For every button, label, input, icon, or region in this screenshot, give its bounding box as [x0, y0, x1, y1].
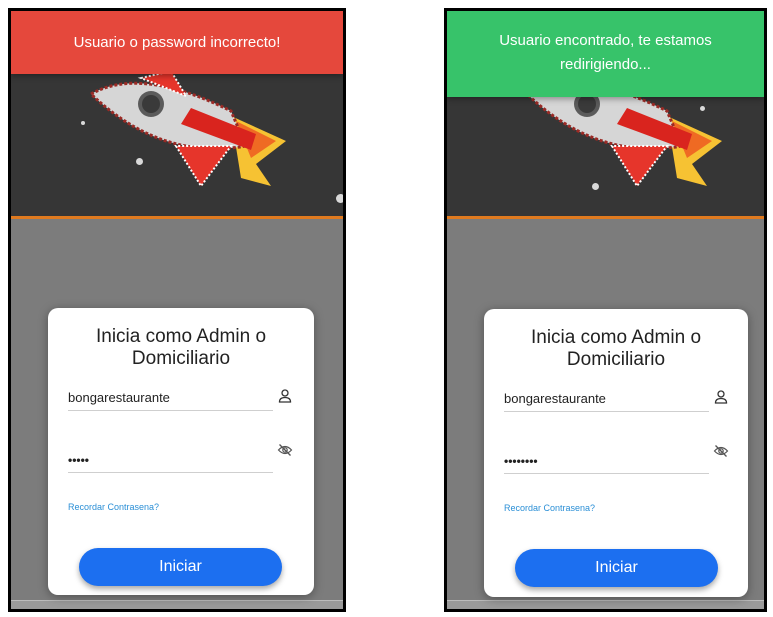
password-value: ••••• [68, 453, 90, 467]
star-decoration [336, 194, 343, 203]
login-button[interactable]: Iniciar [515, 549, 718, 587]
error-toast: Usuario o password incorrecto! [11, 11, 343, 74]
login-button[interactable]: Iniciar [79, 548, 282, 586]
forgot-password-link[interactable]: Recordar Contrasena? [504, 503, 595, 513]
login-card: Inicia como Admin o Domiciliario bongare… [484, 309, 748, 597]
login-screen-success: Usuario encontrado, te estamos redirigie… [444, 8, 767, 612]
bottom-bar [447, 600, 764, 609]
user-icon [278, 389, 292, 403]
user-icon [714, 390, 728, 404]
username-value: bongarestaurante [504, 391, 606, 406]
bottom-bar [11, 600, 343, 609]
username-value: bongarestaurante [68, 390, 170, 405]
card-title: Inicia como Admin o Domiciliario [95, 326, 267, 369]
eye-off-icon[interactable] [277, 442, 293, 458]
username-field[interactable]: bongarestaurante [68, 382, 292, 411]
card-title: Inicia como Admin o Domiciliario [530, 327, 702, 370]
password-field[interactable]: ••••• [68, 440, 293, 473]
login-card: Inicia como Admin o Domiciliario bongare… [48, 308, 314, 595]
success-toast: Usuario encontrado, te estamos redirigie… [447, 11, 764, 97]
password-value: •••••••• [504, 454, 538, 468]
forgot-password-link[interactable]: Recordar Contrasena? [68, 502, 159, 512]
eye-off-icon[interactable] [713, 443, 729, 459]
rocket-icon [88, 69, 286, 188]
login-screen-error: Usuario o password incorrecto! Inicia co… [8, 8, 346, 612]
username-field[interactable]: bongarestaurante [504, 383, 728, 412]
password-field[interactable]: •••••••• [504, 441, 729, 474]
